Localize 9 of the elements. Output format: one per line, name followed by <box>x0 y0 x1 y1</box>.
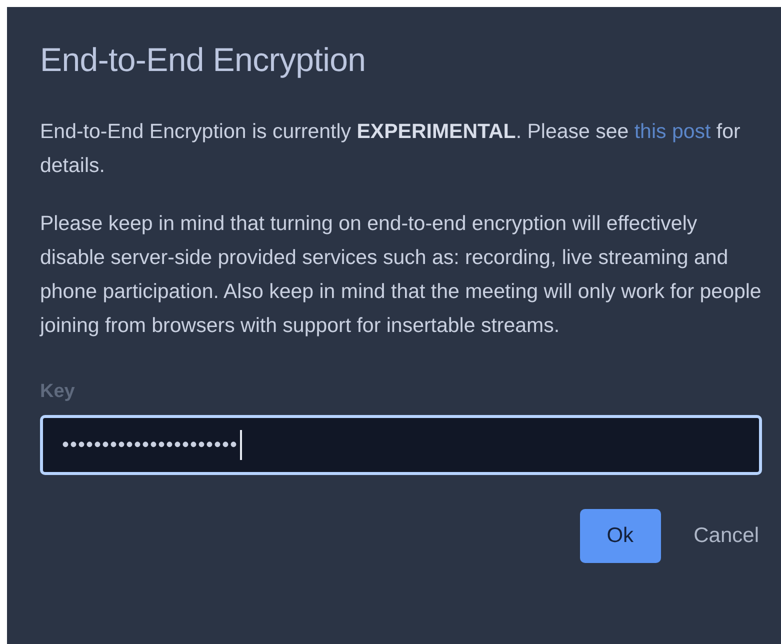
dialog-title: End-to-End Encryption <box>40 41 367 79</box>
key-input-field[interactable]: •••••••••••••••••••••• <box>40 415 762 475</box>
ok-button[interactable]: Ok <box>580 509 661 563</box>
field-label: Key <box>40 381 75 403</box>
description-text: End-to-End Encryption is currently EXPERIMENTAL. Please see this post for details. <box>40 119 742 179</box>
post-link[interactable]: this post <box>634 120 711 143</box>
description-text: Please keep in mind that turning on end-to-end encryption will effectively disable server-side provided services such as: recording, live streaming and phone participation. Also keep in mind that the meeting will only work for people joining from browsers with support for insertable streams. <box>40 211 762 339</box>
cancel-button[interactable]: Cancel <box>694 509 759 563</box>
text-caret <box>240 430 242 460</box>
